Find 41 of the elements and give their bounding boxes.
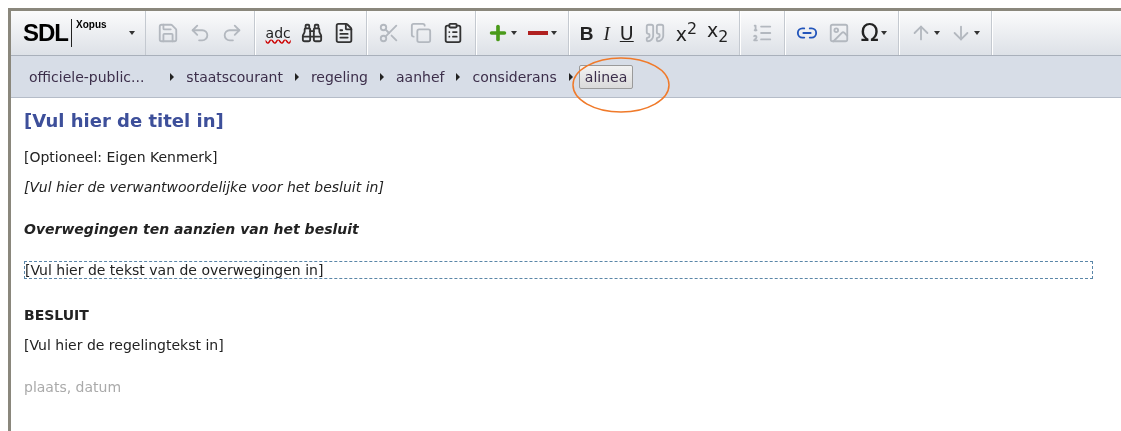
breadcrumb-item[interactable]: officiele-public...: [23, 64, 151, 89]
numbered-list-icon: [751, 22, 774, 44]
caret-icon: [973, 31, 980, 35]
binoculars-icon: [300, 22, 323, 44]
breadcrumb-item[interactable]: regeling: [304, 64, 374, 89]
separator-icon: [568, 72, 573, 81]
separator-icon: [380, 72, 384, 81]
copy-icon: [409, 22, 432, 44]
heading-text: BESLUIT: [24, 307, 90, 323]
caret-icon: [550, 31, 557, 35]
superscript-button[interactable]: x$^{2}$: [672, 18, 701, 48]
product-name: Xopus: [76, 19, 107, 30]
symbol-button[interactable]: Ω: [857, 18, 890, 48]
subheading-text: Overwegingen ten aanzien van het besluit: [24, 221, 360, 237]
italic-text: [Vul hier de verwantwoordelijke voor het besluit in]: [24, 179, 385, 195]
separator-icon: [170, 72, 175, 81]
underline-button[interactable]: U: [616, 18, 637, 48]
italic-button[interactable]: I: [600, 18, 613, 48]
caret-icon: [933, 31, 940, 35]
logo-text: SDL: [23, 19, 72, 47]
plain-text: [Vul hier de regelingtekst in]: [24, 337, 225, 353]
separator-icon: [294, 72, 299, 81]
separator-icon: [456, 72, 461, 81]
caret-icon: [880, 31, 887, 35]
plain-text: [Optioneel: Eigen Kenmerk]: [24, 149, 219, 165]
breadcrumb-item[interactable]: considerans: [466, 64, 563, 89]
image-icon: [828, 22, 851, 44]
bold-button[interactable]: B: [576, 18, 597, 48]
breadcrumb-item[interactable]: alinea: [578, 64, 634, 89]
title-text: [Vul hier de titel in]: [24, 110, 225, 131]
quote-icon: [643, 22, 666, 44]
spell-button[interactable]: adc: [262, 18, 294, 48]
caret-icon: [510, 31, 517, 35]
caret-icon[interactable]: [128, 31, 135, 35]
subscript-button[interactable]: x$_{2}$: [704, 18, 732, 48]
input-field[interactable]: [Vul hier de tekst van de overwegingen in]: [24, 261, 1093, 279]
faded-text: plaats, datum: [24, 379, 123, 395]
scissors-icon: [377, 22, 400, 44]
breadcrumb-item[interactable]: staatscourant: [180, 64, 289, 89]
breadcrumb-item[interactable]: aanhef: [390, 64, 451, 89]
minus-icon: [527, 31, 548, 35]
